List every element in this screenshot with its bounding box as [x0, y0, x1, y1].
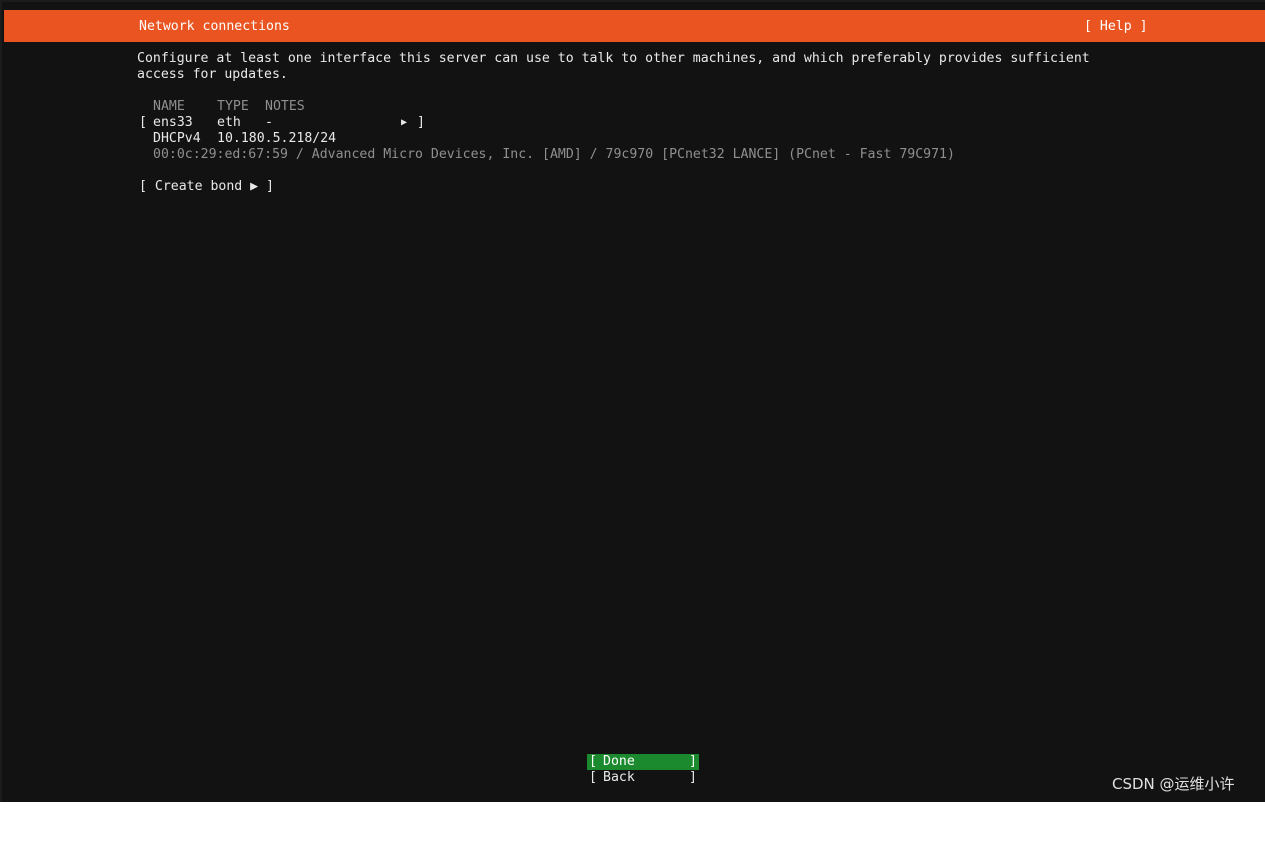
back-close-bracket: ]	[689, 770, 697, 785]
title-bar: Network connections [ Help ]	[4, 10, 1265, 42]
done-button[interactable]: [ Done ]	[587, 754, 699, 770]
row-close-bracket: ]	[417, 115, 425, 130]
back-label: Back	[603, 770, 635, 785]
address-value: 10.180.5.218/24	[217, 131, 337, 146]
interface-name: ens33	[153, 115, 193, 130]
submenu-arrow-icon: ▶	[401, 117, 408, 128]
watermark: CSDN @运维小许	[1112, 775, 1235, 793]
done-label: Done	[603, 754, 635, 769]
page-title: Network connections	[139, 19, 290, 34]
address-method: DHCPv4	[153, 131, 201, 146]
interface-notes: -	[265, 115, 273, 130]
column-header-name: NAME	[153, 99, 185, 114]
interface-type: eth	[217, 115, 241, 130]
done-open-bracket: [	[589, 754, 597, 769]
description-line-1: Configure at least one interface this se…	[137, 51, 1090, 66]
row-open-bracket: [	[139, 115, 147, 130]
description-line-2: access for updates.	[137, 67, 288, 82]
back-open-bracket: [	[589, 770, 597, 785]
hardware-info: 00:0c:29:ed:67:59 / Advanced Micro Devic…	[153, 147, 955, 162]
installer-screen: Network connections [ Help ] Configure a…	[0, 0, 1265, 802]
column-header-type: TYPE	[217, 99, 249, 114]
back-button[interactable]: [ Back ]	[587, 770, 699, 786]
create-bond-button[interactable]: [ Create bond ▶ ]	[139, 179, 274, 195]
done-close-bracket: ]	[689, 754, 697, 769]
help-button[interactable]: [ Help ]	[1084, 19, 1148, 35]
column-header-notes: NOTES	[265, 99, 305, 114]
